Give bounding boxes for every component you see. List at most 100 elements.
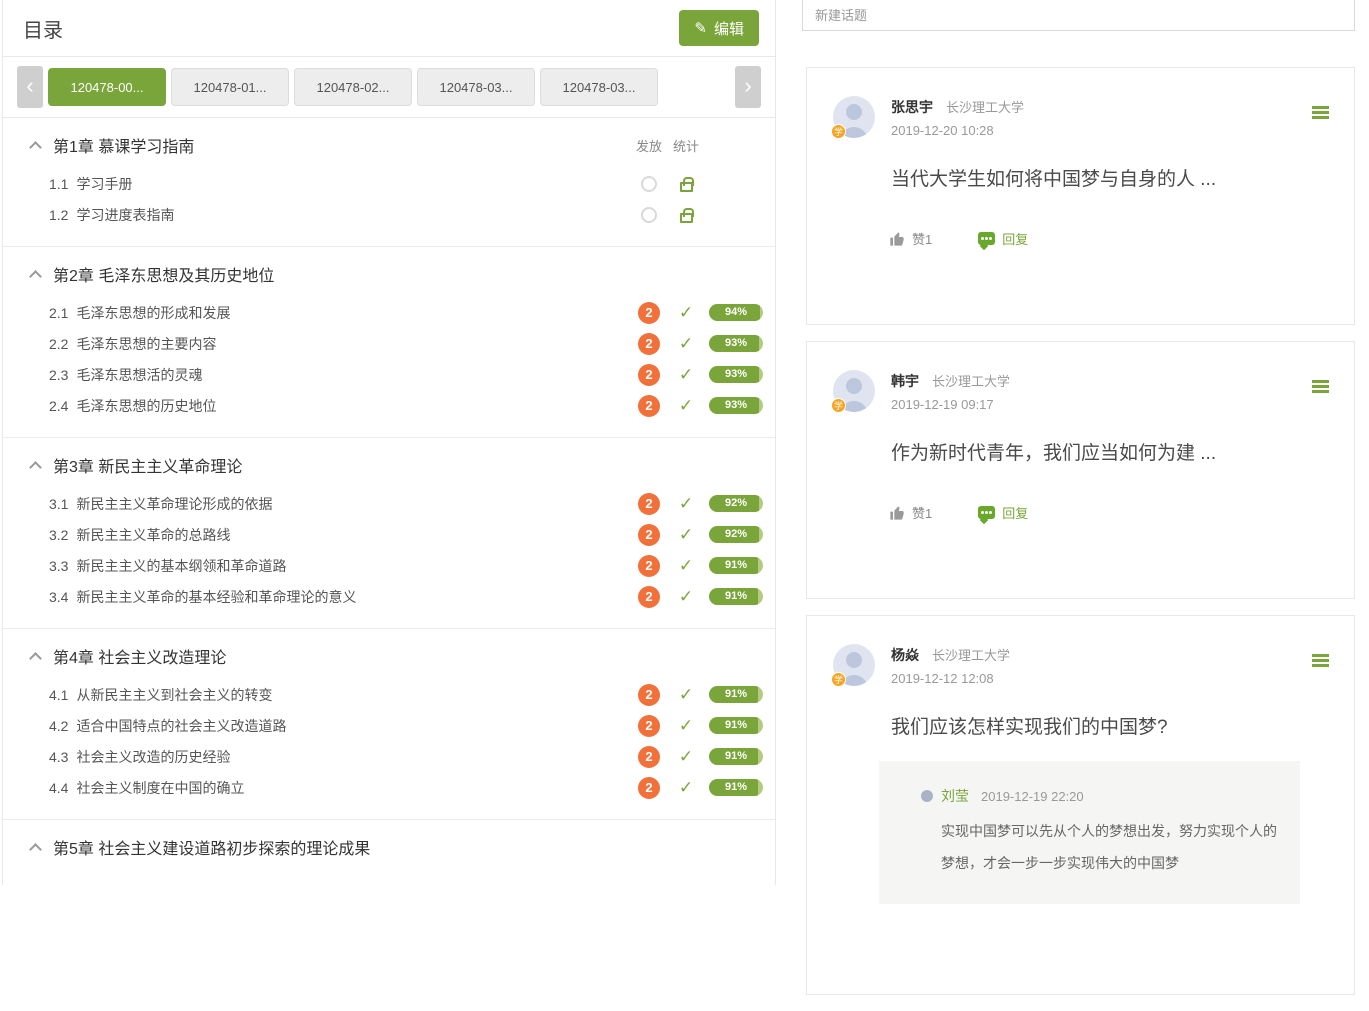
completion-pill[interactable]: 93% (709, 366, 763, 383)
section-row[interactable]: 4.1从新民主主义到社会主义的转变2✓91% (3, 679, 775, 710)
section-number: 4.2 (49, 718, 68, 734)
section-row[interactable]: 1.2学习进度表指南 (3, 199, 775, 230)
section-row[interactable]: 4.4社会主义制度在中国的确立2✓91% (3, 772, 775, 803)
topic-nameline: 张思宇长沙理工大学 (891, 97, 1024, 117)
section-row[interactable]: 3.4新民主主义革命的基本经验和革命理论的意义2✓91% (3, 581, 775, 612)
class-tab-3[interactable]: 120478-03... (417, 68, 535, 106)
chevron-left-icon[interactable]: ‹ (17, 66, 43, 108)
author-name: 韩宇 (891, 371, 919, 391)
section-title: 学习手册 (76, 174, 132, 194)
section-number: 4.1 (49, 687, 68, 703)
completion-pill[interactable]: 93% (709, 397, 763, 414)
unreleased-circle-icon[interactable] (641, 176, 657, 192)
topic-meta: 杨焱长沙理工大学2019-12-12 12:08 (891, 644, 1010, 686)
collapse-caret-icon[interactable] (29, 270, 42, 283)
task-count-badge[interactable]: 2 (638, 684, 660, 706)
completion-pill[interactable]: 91% (709, 557, 763, 574)
collapse-caret-icon[interactable] (29, 461, 42, 474)
release-slot: 2 (635, 493, 663, 515)
percent-slot: 91% (709, 779, 763, 796)
task-count-badge[interactable]: 2 (638, 395, 660, 417)
check-icon: ✓ (679, 494, 693, 514)
completion-pill[interactable]: 91% (709, 717, 763, 734)
hamburger-menu-icon[interactable] (1312, 380, 1329, 393)
avatar: 学 (833, 370, 875, 412)
section-row[interactable]: 3.1新民主主义革命理论形成的依据2✓92% (3, 488, 775, 519)
completion-pill[interactable]: 92% (709, 495, 763, 512)
hamburger-menu-icon[interactable] (1312, 106, 1329, 119)
completion-pill[interactable]: 92% (709, 526, 763, 543)
chapter-heading[interactable]: 第4章 社会主义改造理论 (3, 641, 775, 671)
chapter-title: 第5章 社会主义建设道路初步探索的理论成果 (53, 835, 370, 859)
topic-date: 2019-12-19 09:17 (891, 397, 1010, 412)
section-row[interactable]: 4.3社会主义改造的历史经验2✓91% (3, 741, 775, 772)
completion-pill[interactable]: 93% (709, 335, 763, 352)
section-row[interactable]: 2.3毛泽东思想活的灵魂2✓93% (3, 359, 775, 390)
class-tab-0[interactable]: 120478-00... (48, 68, 166, 106)
topic-actions: 赞1 回复 (889, 229, 1328, 248)
collapse-caret-icon[interactable] (29, 141, 42, 154)
edit-button-label: 编辑 (714, 18, 744, 39)
completion-pill[interactable]: 91% (709, 779, 763, 796)
task-count-badge[interactable]: 2 (638, 302, 660, 324)
task-count-badge[interactable]: 2 (638, 777, 660, 799)
section-row[interactable]: 2.1毛泽东思想的形成和发展2✓94% (3, 297, 775, 328)
class-tab-2[interactable]: 120478-02... (294, 68, 412, 106)
bubble-dots (981, 237, 984, 240)
reply-button[interactable]: 回复 (978, 229, 1028, 248)
hamburger-menu-icon[interactable] (1312, 654, 1329, 667)
task-count-badge[interactable]: 2 (638, 333, 660, 355)
completion-pill[interactable]: 91% (709, 748, 763, 765)
completion-label: 91% (709, 779, 763, 796)
completion-pill[interactable]: 91% (709, 686, 763, 703)
section-row[interactable]: 3.2新民主主义革命的总路线2✓92% (3, 519, 775, 550)
topic-title[interactable]: 当代大学生如何将中国梦与自身的人 ... (891, 164, 1328, 191)
section-row[interactable]: 1.1学习手册 (3, 168, 775, 199)
task-count-badge[interactable]: 2 (638, 364, 660, 386)
section-title: 新民主主义革命的总路线 (76, 525, 230, 545)
completion-pill[interactable]: 94% (709, 304, 763, 321)
reply-author: 刘莹 (941, 786, 969, 806)
percent-slot: 91% (709, 588, 763, 605)
release-slot: 2 (635, 715, 663, 737)
chevron-right-icon[interactable]: › (735, 66, 761, 108)
collapse-caret-icon[interactable] (29, 843, 42, 856)
chapter-heading[interactable]: 第3章 新民主主义革命理论 (3, 450, 775, 480)
lock-icon[interactable] (680, 213, 693, 223)
completion-pill[interactable]: 91% (709, 588, 763, 605)
completion-label: 92% (709, 526, 763, 543)
section-title: 新民主主义革命的基本经验和革命理论的意义 (76, 587, 356, 607)
section-row[interactable]: 2.2毛泽东思想的主要内容2✓93% (3, 328, 775, 359)
chapter-heading[interactable]: 第2章 毛泽东思想及其历史地位 (3, 259, 775, 289)
section-row[interactable]: 4.2适合中国特点的社会主义改造道路2✓91% (3, 710, 775, 741)
unreleased-circle-icon[interactable] (641, 207, 657, 223)
like-button[interactable]: 赞1 (889, 229, 932, 248)
release-slot: 2 (635, 364, 663, 386)
topic-card: 学杨焱长沙理工大学2019-12-12 12:08我们应该怎样实现我们的中国梦?… (806, 615, 1355, 995)
class-tab-1[interactable]: 120478-01... (171, 68, 289, 106)
task-count-badge[interactable]: 2 (638, 555, 660, 577)
reply-button[interactable]: 回复 (978, 503, 1028, 522)
class-tab-4[interactable]: 120478-03... (540, 68, 658, 106)
topic-title[interactable]: 作为新时代青年，我们应当如何为建 ... (891, 438, 1328, 465)
section-row[interactable]: 3.3新民主主义的基本纲领和革命道路2✓91% (3, 550, 775, 581)
task-count-badge[interactable]: 2 (638, 493, 660, 515)
task-count-badge[interactable]: 2 (638, 746, 660, 768)
percent-slot: 91% (709, 557, 763, 574)
chapter-heading[interactable]: 第1章 慕课学习指南发放统计 (3, 130, 775, 160)
completion-label: 91% (709, 557, 763, 574)
topic-title[interactable]: 我们应该怎样实现我们的中国梦? (891, 712, 1328, 739)
task-count-badge[interactable]: 2 (638, 524, 660, 546)
section-row[interactable]: 2.4毛泽东思想的历史地位2✓93% (3, 390, 775, 421)
task-count-badge[interactable]: 2 (638, 715, 660, 737)
section-title: 社会主义改造的历史经验 (76, 747, 230, 767)
new-topic-input[interactable] (802, 0, 1355, 31)
like-button[interactable]: 赞1 (889, 503, 932, 522)
edit-button[interactable]: ✎ 编辑 (679, 10, 759, 46)
completion-label: 91% (709, 686, 763, 703)
stats-slot (672, 176, 700, 192)
chapter-heading[interactable]: 第5章 社会主义建设道路初步探索的理论成果 (3, 832, 775, 862)
lock-icon[interactable] (680, 182, 693, 192)
task-count-badge[interactable]: 2 (638, 586, 660, 608)
collapse-caret-icon[interactable] (29, 652, 42, 665)
